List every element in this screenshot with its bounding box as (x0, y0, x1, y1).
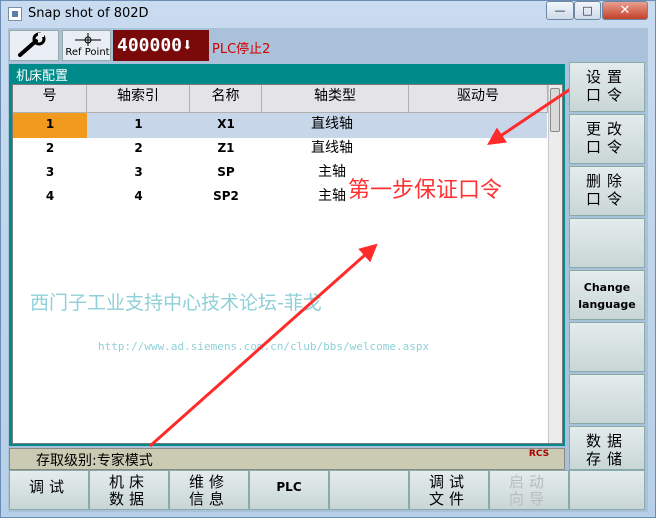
softkey-set-password[interactable]: 设置 口令 (569, 62, 645, 112)
softkey-label: 调试 (28, 478, 69, 496)
softkey-empty-6[interactable] (569, 322, 645, 372)
softkey-service-info[interactable]: 维修 信息 (169, 470, 249, 510)
softkey-save-data[interactable]: 数据 存储 (569, 426, 645, 470)
softkey-empty-h5[interactable] (329, 470, 409, 510)
softkey-label: 口令 (585, 86, 628, 104)
softkey-label: 更改 (585, 120, 628, 138)
softkey-label: 删除 (585, 172, 628, 190)
softkey-label: 机床 (108, 473, 149, 491)
softkey-empty-4[interactable] (569, 218, 645, 268)
arrow-to-set-password-icon (149, 243, 378, 448)
softkey-label: Change (583, 281, 631, 294)
softkey-label: PLC (276, 480, 302, 494)
softkey-label: 向导 (508, 490, 549, 508)
rcs-icon: RCS (523, 449, 555, 469)
softkey-label: language (578, 298, 636, 311)
softkey-label: 口令 (585, 138, 628, 156)
softkey-label: 启动 (508, 473, 549, 491)
softkey-empty-7[interactable] (569, 374, 645, 424)
annotation-arrows (149, 86, 573, 448)
softkey-empty-h8[interactable] (569, 470, 645, 510)
softkey-plc[interactable]: PLC (249, 470, 329, 510)
softkey-label: 信息 (188, 490, 229, 508)
softkey-label: 调试 (428, 473, 469, 491)
softkey-label: 维修 (188, 473, 229, 491)
softkey-label: 数据 (585, 432, 628, 450)
softkey-commissioning[interactable]: 调试 (9, 470, 89, 510)
softkey-change-language[interactable]: Change language (569, 270, 645, 320)
softkey-delete-password[interactable]: 删除 口令 (569, 166, 645, 216)
softkey-label: 文件 (428, 490, 469, 508)
softkey-machine-data[interactable]: 机床 数据 (89, 470, 169, 510)
arrow-to-softkey-icon (487, 86, 573, 146)
softkey-label: 存储 (585, 450, 628, 468)
access-level-text: 存取级别:专家模式 (36, 453, 153, 469)
softkey-commissioning-files[interactable]: 调试 文件 (409, 470, 489, 510)
softkey-label: 口令 (585, 190, 628, 208)
softkey-label: 设置 (585, 68, 628, 86)
softkey-label: 数据 (108, 490, 149, 508)
softkey-change-password[interactable]: 更改 口令 (569, 114, 645, 164)
softkey-startup-wizard[interactable]: 启动 向导 (489, 470, 569, 510)
rcs-icon-label: RCS (528, 449, 550, 459)
